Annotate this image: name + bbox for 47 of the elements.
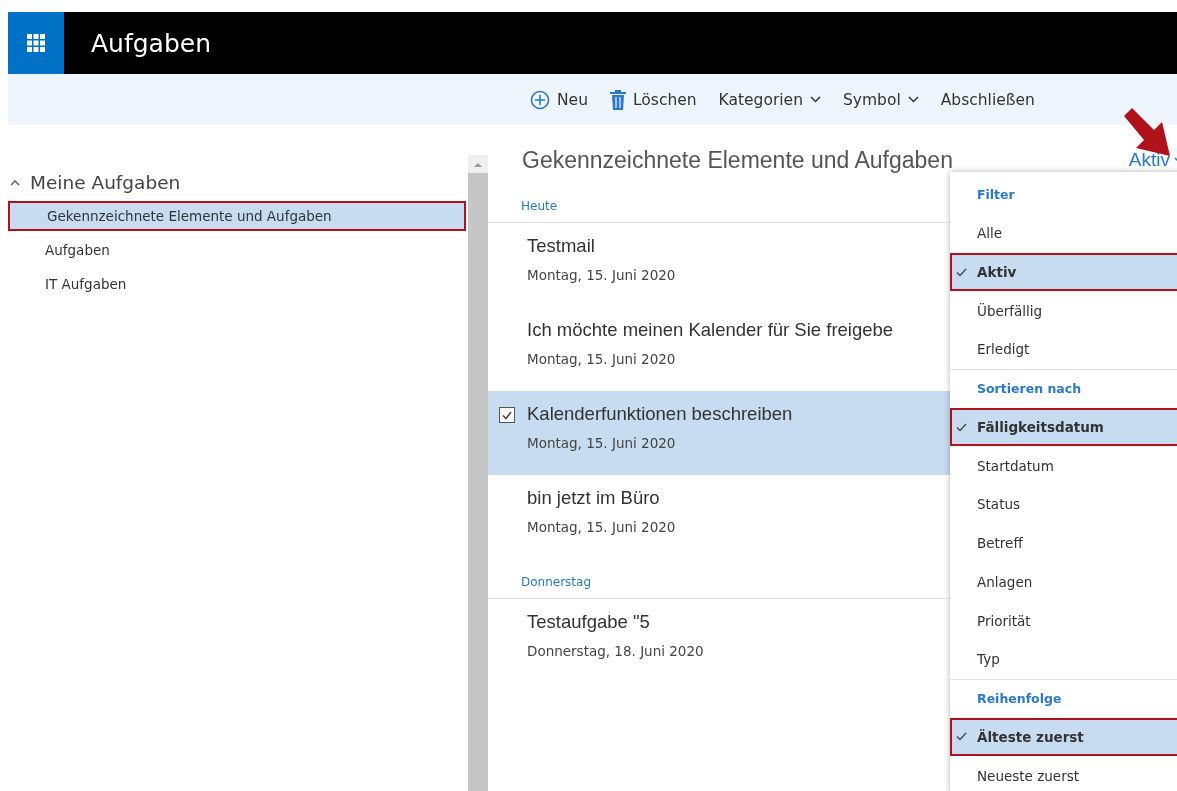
menu-item[interactable]: Fälligkeitsdatum <box>950 407 1177 447</box>
check-icon <box>956 422 967 432</box>
chevron-up-icon <box>10 179 20 186</box>
checkbox[interactable] <box>499 407 515 423</box>
task-date: Montag, 15. Juni 2020 <box>527 351 676 367</box>
menu-item[interactable]: Typ <box>950 639 1177 679</box>
menu-item[interactable]: Neueste zuerst <box>950 756 1177 791</box>
scroll-up-icon[interactable] <box>474 161 482 167</box>
add-icon <box>530 89 550 110</box>
scrollbar[interactable] <box>468 155 488 791</box>
task-date: Montag, 15. Juni 2020 <box>527 519 676 535</box>
task-title: Ich möchte meinen Kalender für Sie freigebe <box>527 319 894 341</box>
chevron-down-icon <box>907 96 919 103</box>
check-icon <box>956 732 967 742</box>
trash-icon <box>609 89 626 110</box>
check-icon <box>956 267 967 277</box>
menu-item[interactable]: Aktiv <box>950 252 1177 292</box>
folder-item[interactable]: Gekennzeichnete Elemente und Aufgaben <box>8 201 466 231</box>
app-launcher-button[interactable] <box>8 12 64 74</box>
chevron-down-icon <box>810 96 821 103</box>
task-title: Testmail <box>527 235 595 257</box>
menu-item[interactable]: Überfällig <box>950 291 1177 331</box>
menu-item[interactable]: Erledigt <box>950 330 1177 369</box>
filter-dropdown[interactable]: Aktiv <box>1128 149 1177 171</box>
waffle-icon <box>27 34 45 52</box>
task-date: Montag, 15. Juni 2020 <box>527 267 676 283</box>
menu-item[interactable]: Älteste zuerst <box>950 717 1177 757</box>
task-title: Testaufgabe "5 <box>527 611 650 633</box>
toolbar-button[interactable]: Kategorien <box>710 86 829 113</box>
task-date: Montag, 15. Juni 2020 <box>527 435 676 451</box>
toolbar-button[interactable]: Löschen <box>601 85 705 114</box>
menu-item[interactable]: Status <box>950 485 1177 524</box>
toolbar-button[interactable]: Neu <box>522 85 596 114</box>
app-title: Aufgaben <box>91 28 212 58</box>
menu-heading: Reihenfolge <box>950 678 1177 718</box>
menu-item[interactable]: Priorität <box>950 601 1177 640</box>
task-date: Donnerstag, 18. Juni 2020 <box>527 643 704 659</box>
task-title: bin jetzt im Büro <box>527 487 660 509</box>
folder-item[interactable]: IT Aufgaben <box>8 267 468 301</box>
toolbar-button[interactable]: Abschließen <box>932 86 1043 113</box>
folder-group-toggle[interactable]: Meine Aufgaben <box>8 172 181 193</box>
menu-item[interactable]: Anlagen <box>950 562 1177 602</box>
menu-heading: Filter <box>976 186 1016 204</box>
folder-item[interactable]: Aufgaben <box>8 233 468 267</box>
task-title: Kalenderfunktionen beschreiben <box>527 403 793 425</box>
list-title: Gekennzeichnete Elemente und Aufgaben <box>522 146 953 174</box>
toolbar-button[interactable]: Symbol <box>835 86 927 113</box>
